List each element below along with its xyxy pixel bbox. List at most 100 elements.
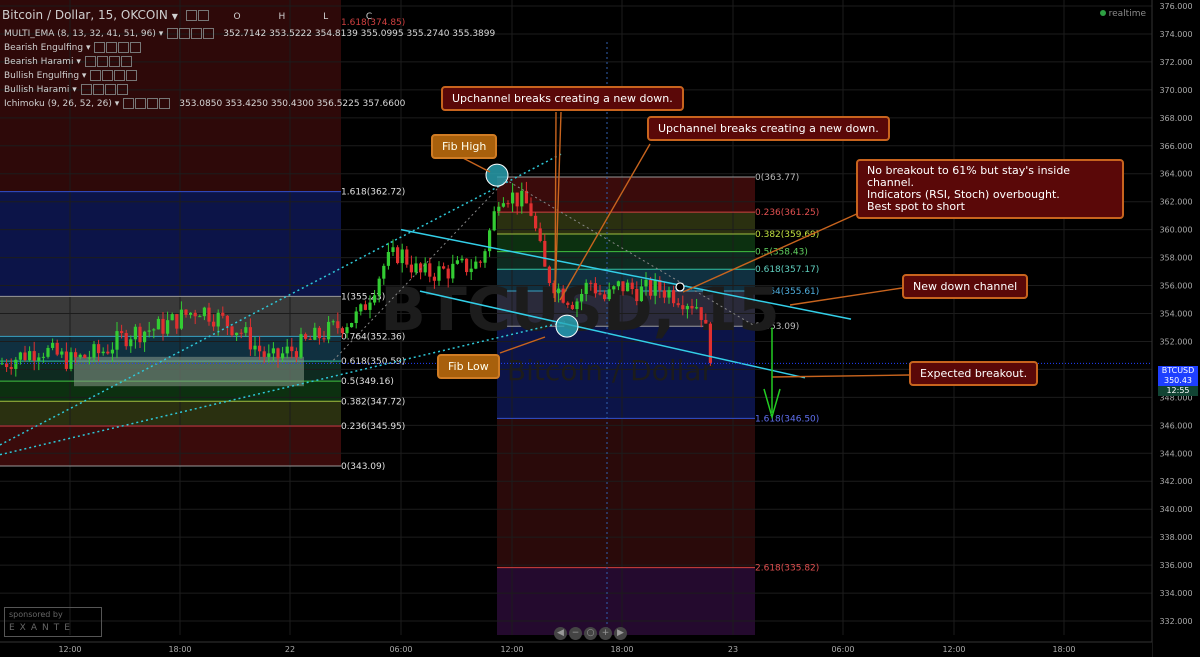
candle-body <box>368 302 372 310</box>
candle-body <box>662 290 666 298</box>
close-icon[interactable] <box>203 28 215 39</box>
reset-icon[interactable]: ○ <box>584 627 597 640</box>
chevron-down-icon[interactable]: ▾ <box>69 85 77 95</box>
chevron-down-icon[interactable]: ▼ <box>172 12 178 21</box>
candle-body <box>267 353 271 357</box>
candle-body <box>566 302 570 305</box>
lock-icon[interactable] <box>104 84 116 95</box>
settings-icon[interactable] <box>185 10 197 21</box>
candle-body <box>354 311 358 324</box>
close-icon[interactable] <box>120 56 132 67</box>
indicator-label: Bearish Harami <box>4 57 74 67</box>
candle-body <box>143 331 147 343</box>
indicator-3[interactable]: Bullish Engulfing ▾ <box>4 70 146 81</box>
eye-icon[interactable] <box>80 84 92 95</box>
settings-icon[interactable] <box>102 70 114 81</box>
indicator-4[interactable]: Bullish Harami ▾ <box>4 84 137 95</box>
price-axis-label: 360.000 <box>1159 226 1192 235</box>
lock-icon[interactable] <box>118 42 130 53</box>
chevron-down-icon[interactable]: ▾ <box>83 43 91 53</box>
chevron-down-icon[interactable]: ▾ <box>112 99 120 109</box>
realtime-status: realtime <box>1099 9 1146 19</box>
candle-body <box>294 351 298 358</box>
candle-body <box>138 326 142 343</box>
annotation-no-breakout[interactable]: No breakout to 61% but stay's inside cha… <box>856 159 1124 219</box>
annotation-upchannel-2[interactable]: Upchannel breaks creating a new down. <box>647 116 890 141</box>
eye-icon[interactable] <box>84 56 96 67</box>
chevron-down-icon[interactable]: ▾ <box>73 57 81 67</box>
indicator-2[interactable]: Bearish Harami ▾ <box>4 56 141 67</box>
close-icon[interactable] <box>130 42 142 53</box>
annotation-fib-high[interactable]: Fib High <box>431 134 498 159</box>
price-axis-label: 334.000 <box>1159 589 1192 598</box>
chevron-down-icon[interactable]: ▾ <box>156 29 164 39</box>
candle-body <box>607 289 611 300</box>
candle-body <box>382 265 386 279</box>
candle-body <box>690 305 694 309</box>
eye-icon[interactable] <box>123 98 135 109</box>
settings-icon[interactable] <box>106 42 118 53</box>
symbol-title[interactable]: Bitcoin / Dollar, 15, OKCOIN <box>2 8 168 22</box>
annotation-fib-low[interactable]: Fib Low <box>437 354 500 379</box>
settings-icon[interactable] <box>135 98 147 109</box>
price-axis-label: 368.000 <box>1159 114 1192 123</box>
fib-label-right: 2.618(335.82) <box>755 564 819 574</box>
close-icon[interactable] <box>126 70 138 81</box>
lock-icon[interactable] <box>114 70 126 81</box>
close-icon[interactable] <box>116 84 128 95</box>
candle-body <box>129 339 133 347</box>
eye-icon[interactable] <box>167 28 179 39</box>
ohlc-high: H <box>278 12 286 22</box>
sponsor-badge[interactable]: sponsored by EXANTE <box>4 607 102 637</box>
fib-label-right: 0.618(357.17) <box>755 265 819 275</box>
compare-icon[interactable] <box>197 10 209 21</box>
candle-body <box>363 304 367 310</box>
price-axis-label: 376.000 <box>1159 2 1192 11</box>
zoom-in-icon[interactable]: + <box>599 627 612 640</box>
chevron-down-icon[interactable]: ▾ <box>79 71 87 81</box>
indicator-5[interactable]: Ichimoku (9, 26, 52, 26) ▾ 353.0850 353.4… <box>4 98 405 109</box>
candle-body <box>281 353 285 359</box>
annotation-upchannel-1[interactable]: Upchannel breaks creating a new down. <box>441 86 684 111</box>
candle-body <box>598 293 602 295</box>
lock-icon[interactable] <box>147 98 159 109</box>
indicator-label: Bearish Engulfing <box>4 43 84 53</box>
settings-icon[interactable] <box>179 28 191 39</box>
candle-body <box>589 282 593 284</box>
candle-body <box>575 301 579 310</box>
fib-low-marker <box>555 314 579 338</box>
fib-label-left: 0.5(349.16) <box>341 377 394 387</box>
candle-body <box>37 357 41 361</box>
settings-icon[interactable] <box>96 56 108 67</box>
eye-icon[interactable] <box>90 70 102 81</box>
candle-body <box>41 356 45 358</box>
indicator-1[interactable]: Bearish Engulfing ▾ <box>4 42 150 53</box>
indicator-label: Bullish Harami <box>4 85 70 95</box>
lock-icon[interactable] <box>108 56 120 67</box>
candle-body <box>78 354 82 358</box>
chart-nav-buttons: ◀ − ○ + ▶ <box>554 620 629 640</box>
candle-body <box>32 351 36 361</box>
candle-body <box>179 309 183 329</box>
candle-body <box>432 276 436 281</box>
ohlc-low: L <box>323 12 329 22</box>
annotation-expected-breakout[interactable]: Expected breakout. <box>909 361 1039 386</box>
candle-body <box>612 286 616 290</box>
eye-icon[interactable] <box>94 42 106 53</box>
close-icon[interactable] <box>159 98 171 109</box>
price-axis-label: 352.000 <box>1159 337 1192 346</box>
candle-body <box>120 331 124 334</box>
scroll-left-icon[interactable]: ◀ <box>554 627 567 640</box>
settings-icon[interactable] <box>92 84 104 95</box>
lock-icon[interactable] <box>191 28 203 39</box>
candle-body <box>699 307 703 320</box>
candle-body <box>110 349 114 354</box>
zoom-out-icon[interactable]: − <box>569 627 582 640</box>
indicator-0[interactable]: MULTI_EMA (8, 13, 32, 41, 51, 96) ▾ 352.7… <box>4 28 495 39</box>
scroll-right-icon[interactable]: ▶ <box>614 627 627 640</box>
candle-body <box>235 332 239 336</box>
time-axis-label: 18:00 <box>1052 645 1075 654</box>
fib-label-right: 1.618(346.50) <box>755 414 819 424</box>
annotation-new-down-channel[interactable]: New down channel <box>902 274 1029 299</box>
candle-body <box>92 344 96 358</box>
